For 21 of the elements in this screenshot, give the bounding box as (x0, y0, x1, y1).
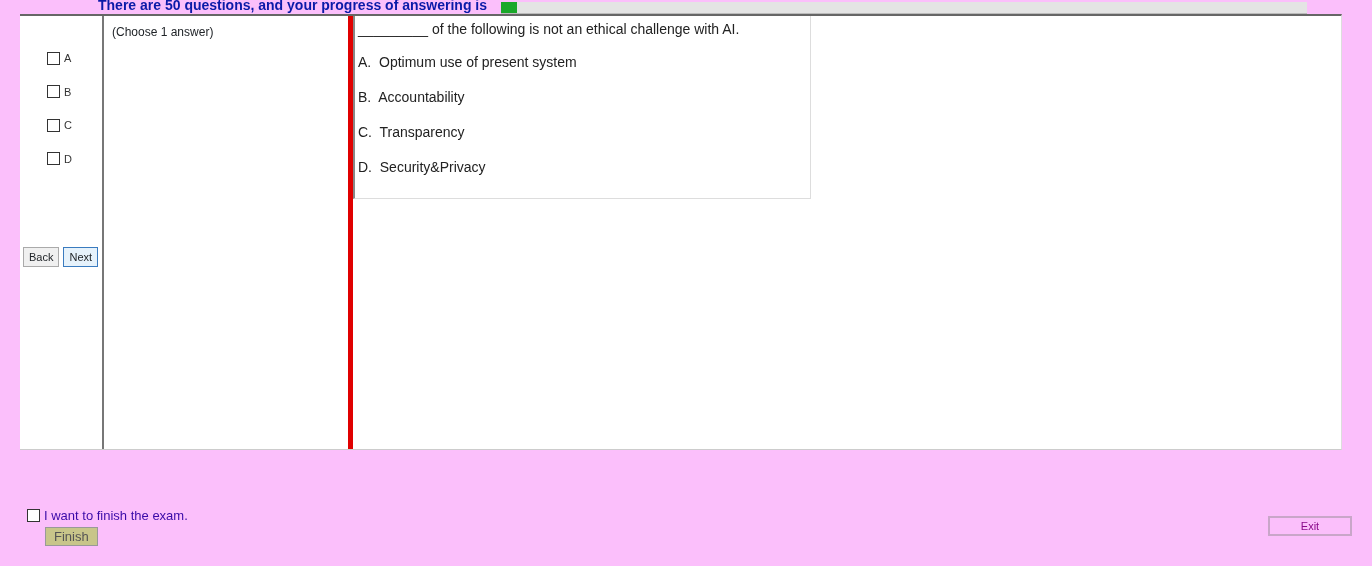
back-button[interactable]: Back (23, 247, 60, 267)
checkbox[interactable] (47, 51, 60, 65)
answer-choice: B. Accountability (358, 88, 466, 107)
instruction-text: (Choose 1 answer) (112, 25, 214, 39)
answer-choice: A. Optimum use of present system (358, 53, 578, 72)
finish-label: I want to finish the exam. (44, 507, 188, 525)
checkbox[interactable] (47, 85, 60, 99)
option-label: B (64, 84, 72, 100)
answer-choice: C. Transparency (358, 123, 466, 142)
checkbox[interactable] (47, 118, 60, 132)
progress-caption: There are 50 questions, and your progress of answering is (98, 0, 487, 14)
checkbox[interactable] (27, 509, 40, 523)
next-button[interactable]: Next (63, 247, 99, 267)
option-label: A (64, 51, 72, 66)
answer-choice: D. Security&Privacy (358, 158, 487, 177)
checkbox[interactable] (47, 152, 60, 166)
option-label: D (64, 151, 72, 167)
finish-button[interactable]: Finish (45, 526, 98, 546)
option-label: C (64, 118, 72, 133)
exit-button[interactable]: Exit (1268, 515, 1352, 536)
question-text: _________ of the following is not an ethical challenge with AI. (358, 20, 741, 39)
